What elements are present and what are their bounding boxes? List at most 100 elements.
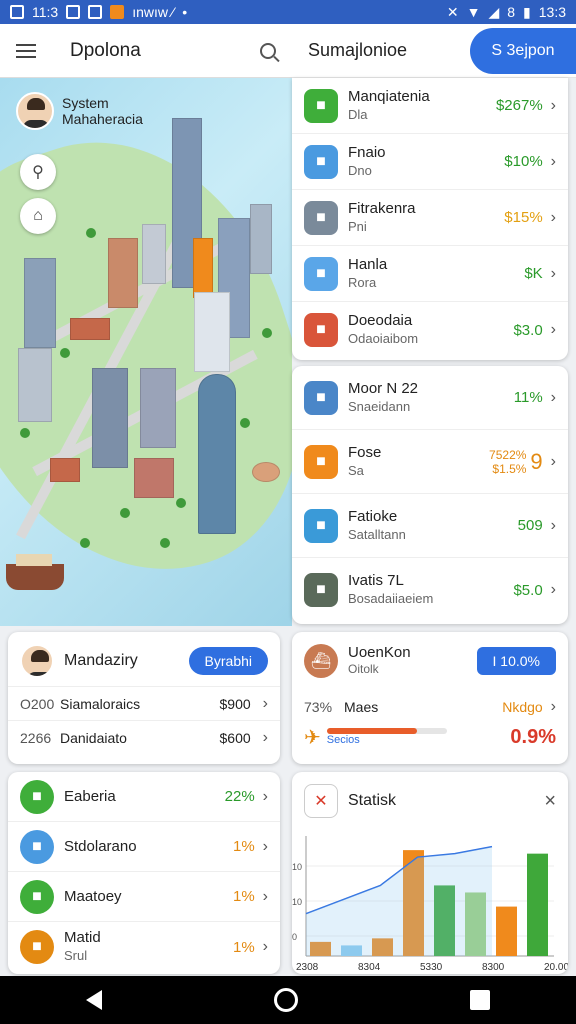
item-value: $3.0 — [513, 321, 543, 339]
building — [193, 238, 213, 298]
item-icon: ■ — [304, 88, 338, 123]
chart-icon: ✕ — [304, 784, 338, 818]
card2-label3: Nkdgo — [502, 699, 543, 715]
item-title: Eaberia — [64, 787, 116, 805]
battery-icon: ▮ — [523, 3, 531, 20]
map-user-name: System — [62, 95, 109, 111]
x-tick-label: 20.00 — [544, 962, 568, 973]
item-value: 509 — [517, 517, 543, 534]
bird-icon: ✈ — [304, 726, 321, 749]
chart-bar — [527, 853, 548, 956]
search-icon[interactable] — [260, 42, 276, 59]
close-icon[interactable]: × — [544, 790, 556, 813]
item-value-top: 7522% — [489, 447, 527, 462]
list-item[interactable]: ■ Fatioke Satalltann 509 › — [292, 494, 568, 558]
item-title: Doeodaia — [348, 312, 413, 329]
list-item[interactable]: ■ Moor N 22 Snaeidann 11% › — [292, 366, 568, 430]
chevron-right-icon: › — [550, 516, 556, 534]
item-value: $1.5% — [492, 461, 527, 476]
list-item[interactable]: ■ Fnaio Dno $10% › — [292, 134, 568, 190]
item-icon: ■ — [304, 313, 338, 347]
item-sub: Dno — [348, 162, 372, 178]
side-panel-pill-button[interactable]: S 3ejpon — [470, 28, 576, 74]
y-tick-label: 10 — [292, 862, 302, 872]
tree — [176, 498, 186, 508]
building — [140, 368, 176, 448]
row-code: 2266 — [20, 729, 52, 746]
tree — [20, 428, 30, 438]
location-pin-icon[interactable]: ⚲ — [20, 154, 56, 190]
layers-icon[interactable]: ⌂ — [20, 198, 56, 234]
back-icon[interactable] — [86, 990, 102, 1010]
item-icon: ■ — [304, 256, 338, 291]
item-title: Fitrakenra — [348, 199, 416, 217]
building — [194, 292, 230, 372]
building — [108, 238, 138, 308]
bluetooth-icon: ✕ — [446, 3, 459, 20]
list-item[interactable]: ■ Fose Sa 7522% $1.5% 9 › — [292, 430, 568, 494]
item-icon: ■ — [304, 444, 338, 479]
x-tick-label: 8304 — [358, 962, 381, 973]
list-item[interactable]: ■ Stdolarano 1% › — [8, 822, 280, 872]
item-sub: Satalltann — [348, 526, 406, 542]
list-item[interactable]: ■ Manqiatenia Dla $267% › — [292, 78, 568, 134]
chevron-right-icon: › — [262, 837, 268, 855]
system-nav-bar — [0, 976, 576, 1024]
list-item[interactable]: ■ Ivatis 7L Bosadaiiaeiem $5.0 › — [292, 558, 568, 622]
row-label: Danidaiato — [60, 729, 127, 746]
city-map[interactable]: System Mahaheracia ⚲ ⌂ — [0, 78, 292, 626]
menu-icon[interactable] — [16, 43, 36, 58]
chevron-right-icon: › — [550, 264, 556, 282]
house — [70, 318, 110, 340]
table-row[interactable]: O200 Siamaloraics $900 › — [8, 686, 280, 720]
plaza — [252, 462, 280, 482]
item-value: 22% — [224, 788, 255, 805]
list-item[interactable]: ■ Eaberia 22% › — [8, 772, 280, 822]
side-list-2: ■ Moor N 22 Snaeidann 11% › ■ Fose Sa 7522% $1.5%… — [292, 366, 568, 624]
bar-chart: 10 10 0 2308 8304 5330 8300 20.00 — [292, 836, 568, 973]
table-row[interactable]: 2266 Danidaiato $600 › — [8, 720, 280, 754]
home-icon[interactable] — [274, 988, 298, 1012]
item-title: Hanla — [348, 255, 388, 273]
app-orange-icon — [110, 5, 125, 19]
card2-title: UoenKon — [348, 644, 411, 661]
item-title: Manqiatenia — [348, 87, 430, 105]
row-value: $900 — [219, 695, 251, 712]
pill-label: S 3ejpon — [491, 42, 555, 59]
chevron-right-icon: › — [550, 452, 556, 470]
building — [142, 224, 166, 284]
card2-label5: 0.9% — [510, 725, 556, 748]
boat — [6, 554, 64, 590]
list-item[interactable]: ■ Hanla Rora $K › — [292, 246, 568, 302]
list-item[interactable]: ■ Matid Srul 1% › — [8, 922, 280, 972]
card2-progress — [326, 728, 447, 734]
x-tick-label: 2308 — [296, 962, 319, 973]
list-item[interactable]: ■ Maatoey 1% › — [8, 872, 280, 922]
item-value: 1% — [232, 938, 255, 956]
item-sub: Sa — [348, 462, 364, 478]
item-value: $K — [524, 265, 543, 282]
list-item[interactable]: ■ Fitrakenra Pni $15% › — [292, 190, 568, 246]
notification-icon — [10, 5, 24, 19]
item-title: Fatioke — [348, 507, 398, 525]
item-value: $5.0 — [513, 581, 543, 599]
card1-action-button[interactable]: Byrabhi — [188, 647, 268, 675]
chart-bar — [496, 906, 517, 956]
list-item[interactable]: ■ Doeodaia Odaoiaibom $3.0 › — [292, 302, 568, 358]
chevron-right-icon: › — [550, 388, 556, 406]
item-icon: ■ — [304, 573, 338, 607]
chevron-right-icon: › — [550, 321, 556, 338]
map-user-card[interactable]: System Mahaheracia — [16, 92, 143, 130]
recents-icon[interactable] — [470, 990, 490, 1010]
item-title: Matid — [64, 929, 101, 946]
x-tick-label: 5330 — [420, 962, 443, 973]
x-tick-label: 8300 — [482, 962, 505, 973]
chevron-right-icon: › — [550, 208, 556, 226]
card-uoenkon: ⛴ UoenKon Oitolk I 10.0% 73% Maes Nkdgo … — [292, 632, 568, 764]
card2-action-button[interactable]: I 10.0% — [476, 647, 556, 675]
app-title: Dpolona — [70, 39, 141, 61]
item-title: Fnaio — [348, 143, 386, 161]
building — [250, 204, 272, 274]
building — [24, 258, 56, 348]
avatar — [16, 92, 54, 130]
